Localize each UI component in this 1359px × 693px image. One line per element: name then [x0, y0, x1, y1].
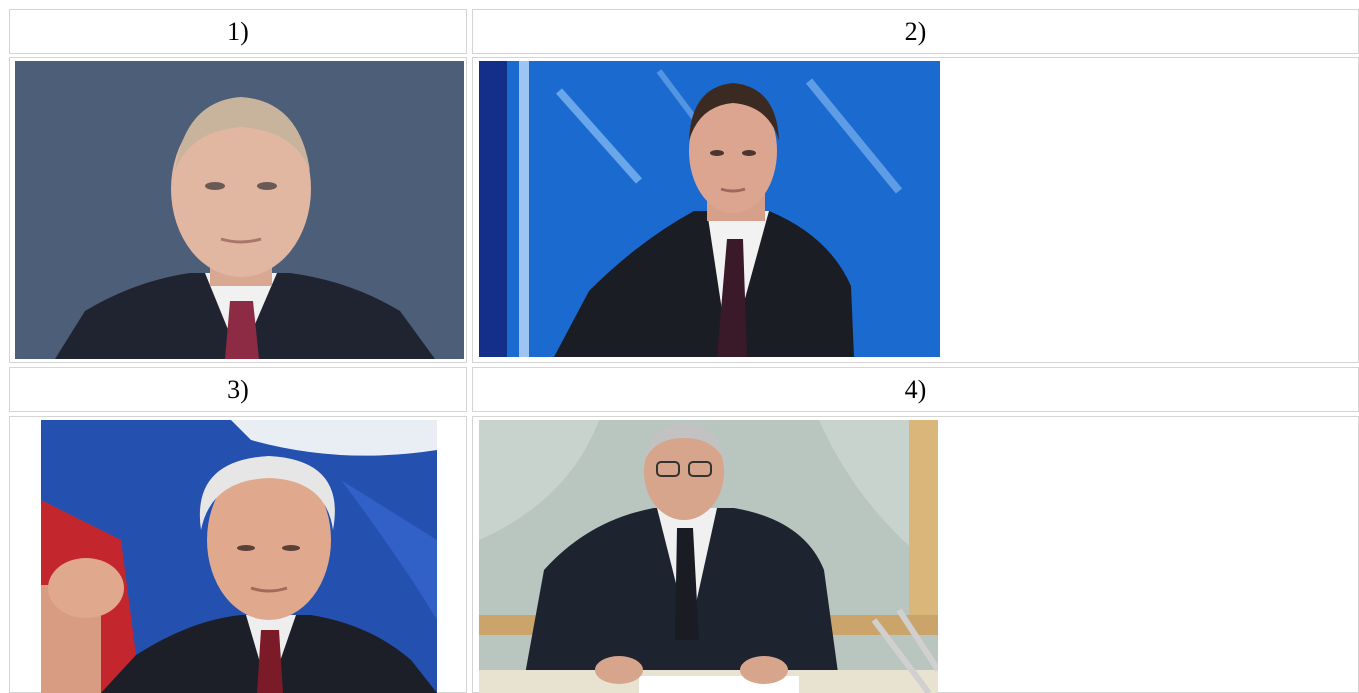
portrait-3-image: [41, 420, 437, 693]
label-cell-3: 3): [9, 367, 467, 412]
portrait-2-image: [479, 61, 940, 357]
label-4: 4): [904, 374, 927, 404]
image-table: 1) 2) 3) 4): [0, 0, 1359, 693]
portrait-1-image: [15, 61, 464, 359]
label-3: 3): [227, 374, 249, 404]
label-1: 1): [227, 16, 249, 46]
label-cell-2: 2): [472, 9, 1359, 54]
label-2: 2): [904, 16, 927, 46]
label-cell-1: 1): [9, 9, 467, 54]
portrait-4-image: [479, 420, 938, 693]
label-cell-4: 4): [472, 367, 1359, 412]
